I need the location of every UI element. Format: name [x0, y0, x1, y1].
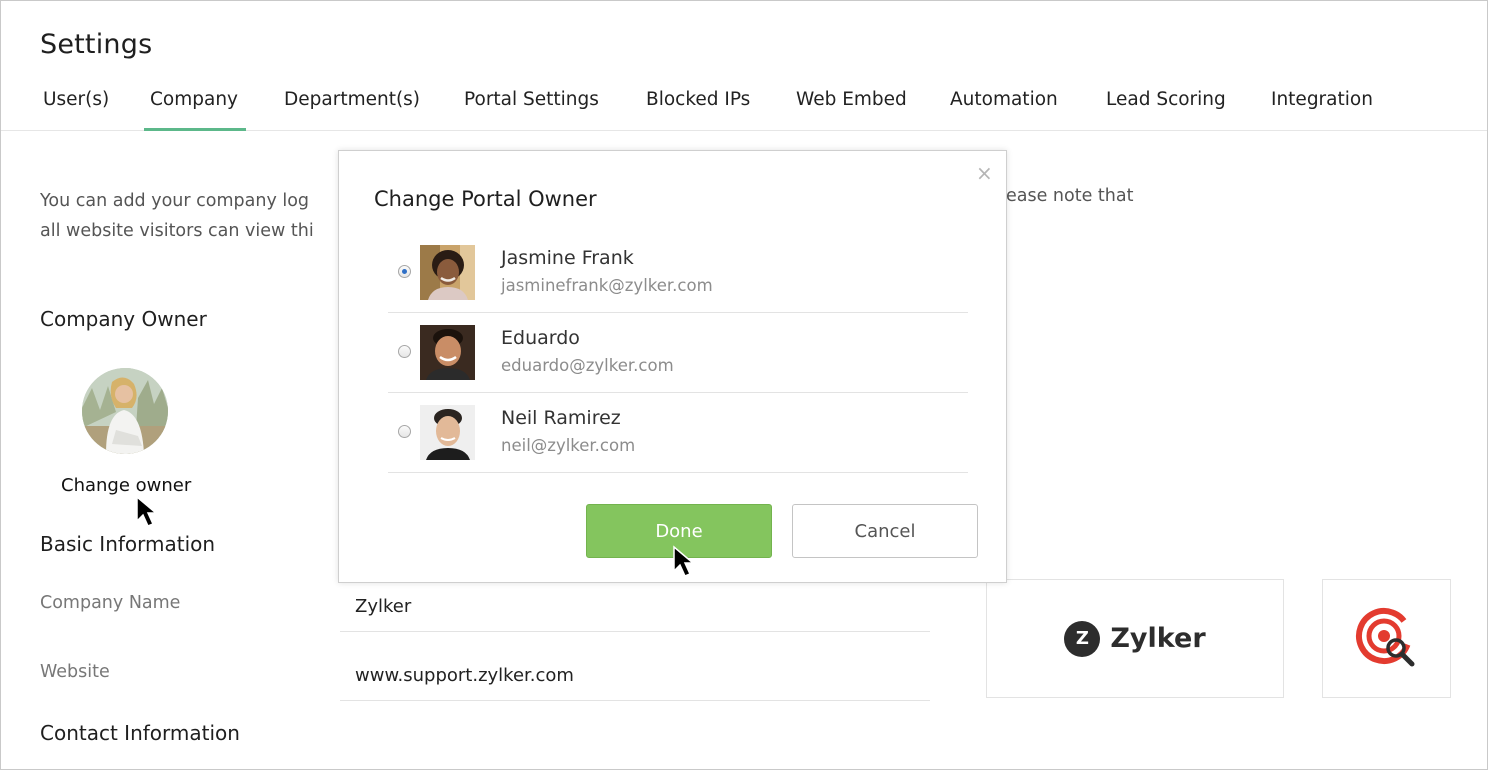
owner-row[interactable]: Jasmine Frank jasminefrank@zylker.com — [388, 233, 968, 313]
target-search-icon — [1355, 607, 1414, 666]
company-logo-box[interactable]: Z Zylker — [986, 579, 1284, 698]
owner-email: jasminefrank@zylker.com — [501, 276, 713, 295]
page-title: Settings — [40, 29, 153, 60]
owner-avatar — [420, 245, 475, 300]
company-name-field[interactable]: Zylker — [340, 582, 930, 632]
owner-row[interactable]: Neil Ramirez neil@zylker.com — [388, 393, 968, 473]
owner-email: eduardo@zylker.com — [501, 356, 674, 375]
zylker-logo: Z Zylker — [1064, 620, 1206, 657]
intro-text: You can add your company log all website… — [40, 186, 314, 246]
owner-radio-selected[interactable] — [398, 265, 411, 278]
intro-line-1-tail: ease note that — [1006, 186, 1134, 206]
owner-avatar — [420, 405, 475, 460]
favicon-box[interactable] — [1322, 579, 1451, 698]
tab-company[interactable]: Company — [143, 85, 247, 131]
change-portal-owner-dialog: Change Portal Owner × Jasmine Frank jasm… — [338, 150, 1007, 583]
tab-users[interactable]: User(s) — [43, 85, 109, 131]
settings-window: Settings User(s) Company Department(s) P… — [0, 0, 1488, 770]
owner-name: Eduardo — [501, 327, 580, 349]
tab-integration[interactable]: Integration — [1271, 85, 1373, 131]
tab-departments[interactable]: Department(s) — [284, 85, 420, 131]
cancel-button[interactable]: Cancel — [792, 504, 978, 558]
close-icon[interactable]: × — [976, 163, 993, 183]
contact-information-heading: Contact Information — [40, 721, 240, 745]
company-owner-avatar — [82, 368, 168, 454]
zylker-logo-mark: Z — [1064, 620, 1101, 657]
tab-lead-scoring[interactable]: Lead Scoring — [1106, 85, 1226, 131]
owner-radio[interactable] — [398, 345, 411, 358]
owner-name: Jasmine Frank — [501, 247, 634, 269]
website-label: Website — [40, 662, 110, 682]
owner-name: Neil Ramirez — [501, 407, 621, 429]
settings-tabs: User(s) Company Department(s) Portal Set… — [1, 85, 1487, 131]
tab-blocked-ips[interactable]: Blocked IPs — [646, 85, 750, 131]
owner-radio[interactable] — [398, 425, 411, 438]
owner-row[interactable]: Eduardo eduardo@zylker.com — [388, 313, 968, 393]
owner-avatar — [420, 325, 475, 380]
intro-line-2: all website visitors can view thi — [40, 221, 314, 241]
owner-list: Jasmine Frank jasminefrank@zylker.com Ed… — [388, 233, 968, 473]
tab-portal-settings[interactable]: Portal Settings — [464, 85, 599, 131]
mouse-pointer-icon — [136, 495, 159, 527]
website-field[interactable]: www.support.zylker.com — [340, 651, 930, 701]
change-owner-link[interactable]: Change owner — [61, 475, 191, 496]
done-button[interactable]: Done — [586, 504, 772, 558]
company-name-label: Company Name — [40, 593, 181, 613]
tab-web-embed[interactable]: Web Embed — [796, 85, 907, 131]
basic-information-heading: Basic Information — [40, 532, 216, 556]
tab-automation[interactable]: Automation — [950, 85, 1058, 131]
intro-line-1: You can add your company log — [40, 191, 310, 211]
owner-email: neil@zylker.com — [501, 436, 636, 455]
company-owner-heading: Company Owner — [40, 307, 207, 331]
zylker-logo-text: Zylker — [1110, 623, 1206, 654]
dialog-title: Change Portal Owner — [374, 187, 597, 211]
